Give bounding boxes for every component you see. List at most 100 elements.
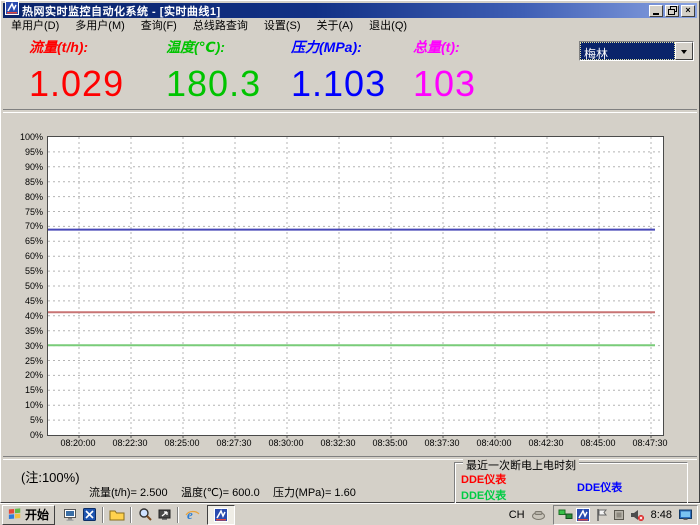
readout-value: 1.103 [291,63,386,105]
quick-launch: e [62,507,200,523]
close-button[interactable]: × [681,5,695,17]
y-tick-label: 45% [3,296,43,306]
realtime-curve-chart [48,137,663,435]
minimize-icon [653,13,659,15]
start-label: 开始 [25,506,49,523]
readout-1: 温度(℃): 180.3 [166,37,261,105]
dde-meter-label: DDE仪表 [461,487,506,503]
scale-note: (注:100%) [21,467,80,486]
y-tick-label: 80% [3,192,43,202]
tray-app-logo-icon[interactable] [576,507,591,522]
quicklaunch-divider [130,507,132,523]
station-select[interactable]: 梅林 [579,41,694,61]
readout-2: 压力(MPa): 1.103 [291,37,386,105]
y-tick-label: 20% [3,370,43,380]
y-tick-label: 65% [3,236,43,246]
menu-bar: 单用户(D)多用户(M)查询(F)总线路查询设置(S)关于(A)退出(Q) [3,18,697,32]
tray-network-icon[interactable] [558,507,573,522]
quicklaunch-app-blue-icon[interactable] [81,507,97,523]
dde-meter-label: DDE仪表 [577,479,622,495]
quicklaunch-ie-icon[interactable]: e [184,507,200,523]
modem-icon[interactable] [531,507,547,523]
reference-value: 流量(t/h)= 2.500 [89,484,168,500]
x-tick-label: 08:32:30 [308,438,368,448]
close-icon: × [685,6,690,15]
readout-label: 压力(MPa): [291,37,386,57]
quicklaunch-search-icon[interactable] [137,507,153,523]
readout-label: 温度(℃): [166,37,261,57]
y-tick-label: 60% [3,251,43,261]
readout-0: 流量(t/h): 1.029 [29,37,124,105]
x-tick-label: 08:20:00 [48,438,108,448]
quicklaunch-desktop-icon[interactable] [62,507,78,523]
restore-icon [668,6,677,15]
y-tick-label: 90% [3,162,43,172]
x-tick-label: 08:40:00 [464,438,524,448]
svg-text:e: e [187,507,193,522]
chevron-down-icon[interactable] [675,42,693,60]
menu-item[interactable]: 总线路查询 [185,16,256,34]
readout-label: 总量(t): [413,37,476,57]
y-tick-label: 70% [3,221,43,231]
menu-item[interactable]: 查询(F) [133,16,185,34]
x-tick-label: 08:42:30 [516,438,576,448]
y-tick-label: 15% [3,385,43,395]
tray-flag-icon[interactable] [594,507,609,522]
reference-value: 温度(℃)= 600.0 [181,484,260,500]
windows-logo-icon [8,506,22,523]
y-tick-label: 85% [3,177,43,187]
x-tick-label: 08:22:30 [100,438,160,448]
y-tick-label: 5% [3,415,43,425]
quicklaunch-folder-icon[interactable] [109,507,125,523]
system-tray: 8:48 [553,505,698,525]
x-tick-label: 08:30:00 [256,438,316,448]
taskbar: 开始 e CH 8:48 [0,503,700,525]
quicklaunch-divider [102,507,104,523]
language-indicator[interactable]: CH [509,509,525,521]
readout-3: 总量(t): 103 [413,37,476,105]
y-tick-label: 95% [3,147,43,157]
readout-value: 1.029 [29,63,124,105]
menu-item[interactable]: 单用户(D) [3,16,67,34]
app-window: 热网实时监控自动化系统 - [实时曲线1] × 单用户(D)多用户(M)查询(F… [0,0,700,503]
y-tick-label: 40% [3,311,43,321]
y-tick-label: 100% [3,132,43,142]
readout-value: 103 [413,63,476,105]
dde-meter-label: DDE仪表 [461,471,506,487]
quicklaunch-divider [177,507,179,523]
y-tick-label: 55% [3,266,43,276]
menu-item[interactable]: 关于(A) [309,16,362,34]
y-tick-label: 50% [3,281,43,291]
power-event-groupbox: 最近一次断电上电时刻 DDE仪表DDE仪表DDE仪表 [454,462,688,504]
menu-item[interactable]: 设置(S) [256,16,309,34]
restore-button[interactable] [665,5,679,17]
tray-volume-muted-icon[interactable] [630,507,645,522]
x-tick-label: 08:47:30 [620,438,680,448]
minimize-button[interactable] [649,5,663,17]
y-tick-label: 0% [3,430,43,440]
y-tick-label: 75% [3,207,43,217]
chart-plot-area [47,136,664,436]
tray-device-icon[interactable] [612,507,627,522]
task-button-app[interactable] [207,505,235,525]
x-tick-label: 08:37:30 [412,438,472,448]
screen: 热网实时监控自动化系统 - [实时曲线1] × 单用户(D)多用户(M)查询(F… [0,0,700,525]
tray-clock: 8:48 [648,509,675,521]
x-tick-label: 08:25:00 [152,438,212,448]
y-tick-label: 30% [3,341,43,351]
readout-label: 流量(t/h): [29,37,124,57]
x-tick-label: 08:35:00 [360,438,420,448]
tray-monitor-icon[interactable] [678,507,693,522]
separator-bottom [3,456,697,460]
separator-top [3,109,697,113]
menu-item[interactable]: 多用户(M) [67,16,133,34]
y-tick-label: 35% [3,326,43,336]
x-tick-label: 08:27:30 [204,438,264,448]
station-selected-value: 梅林 [580,42,675,60]
start-button[interactable]: 开始 [2,505,55,525]
readout-value: 180.3 [166,63,261,105]
x-tick-label: 08:45:00 [568,438,628,448]
quicklaunch-connect-icon[interactable] [156,507,172,523]
menu-item[interactable]: 退出(Q) [361,16,415,34]
y-tick-label: 10% [3,400,43,410]
